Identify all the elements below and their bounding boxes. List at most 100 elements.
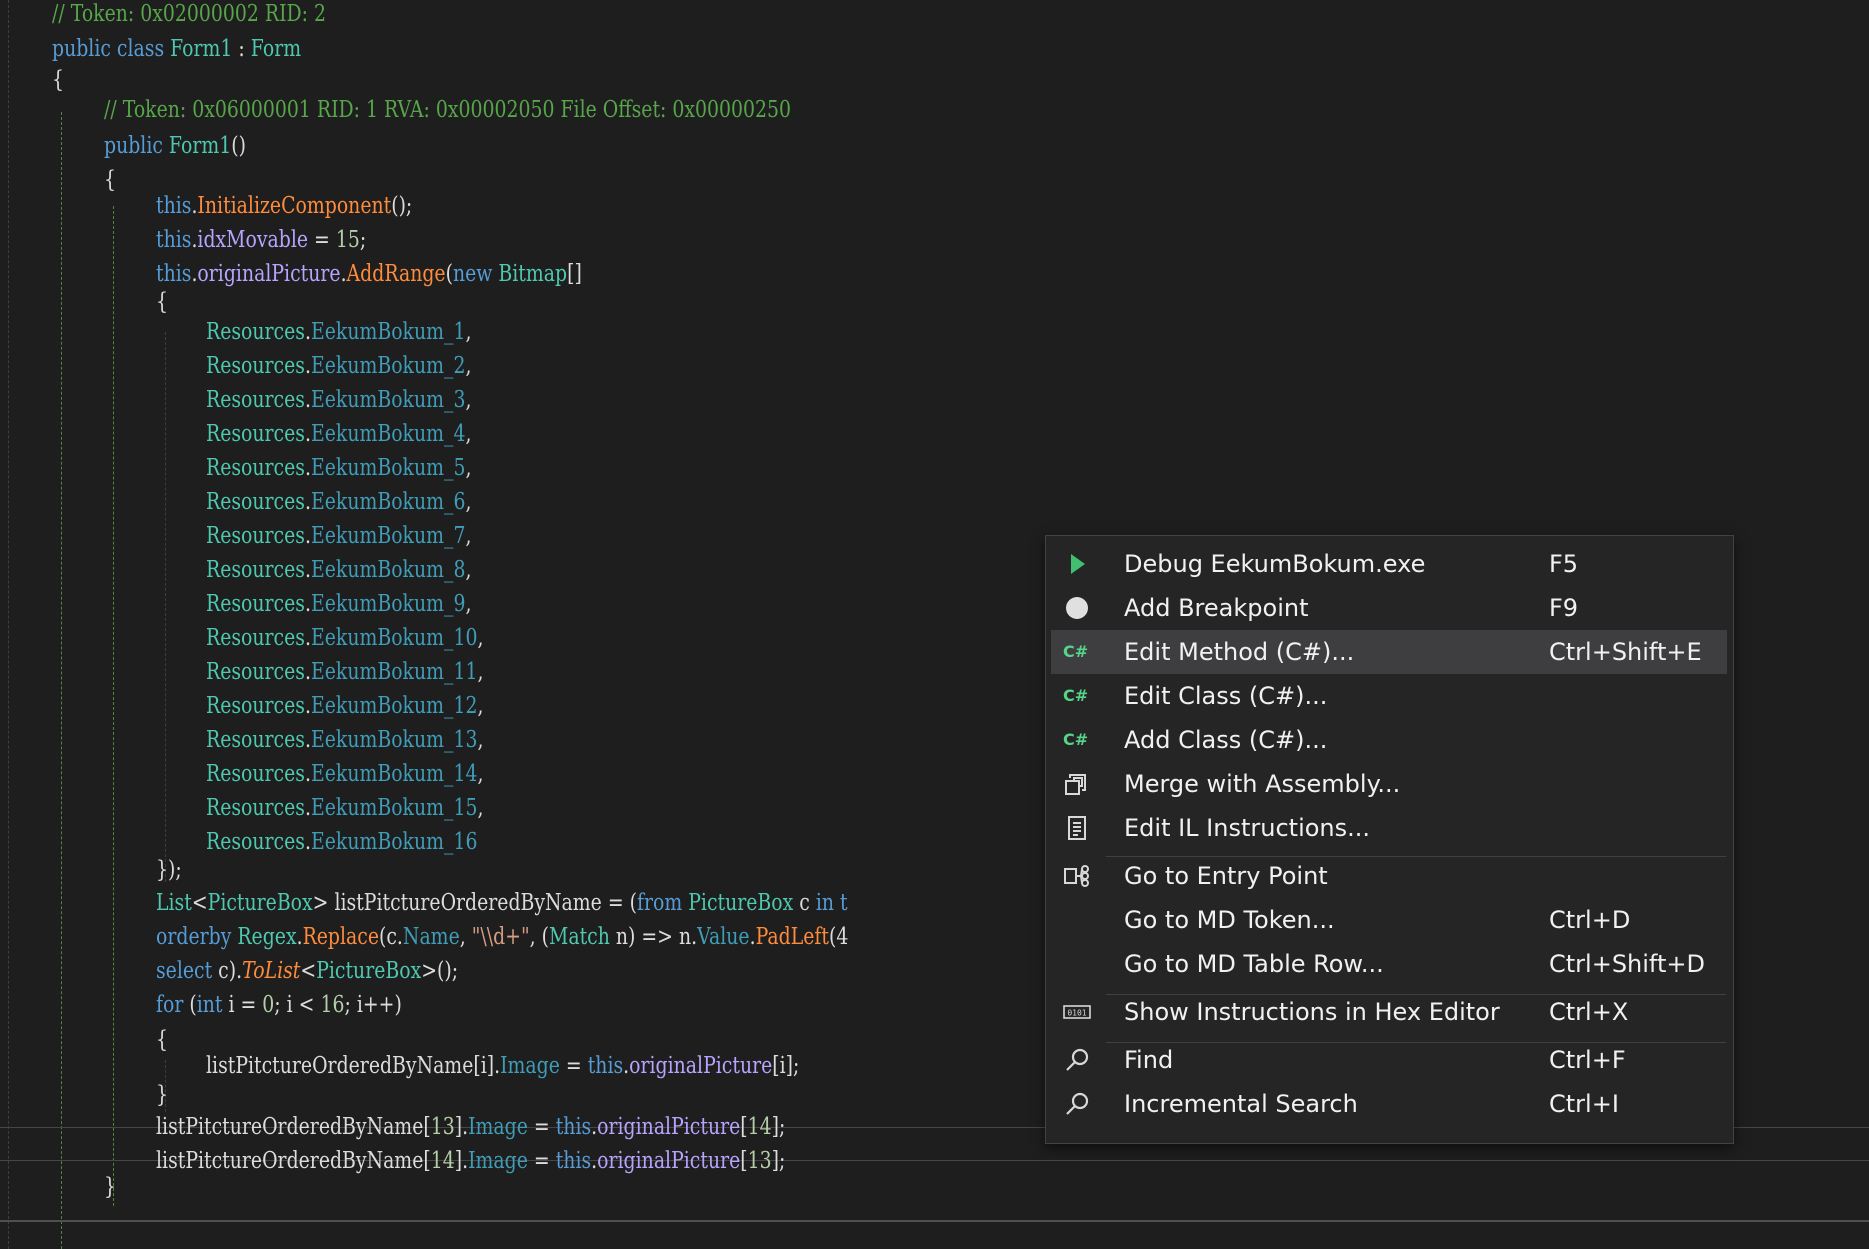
- code-token: Resources: [206, 421, 305, 447]
- play-icon: [1063, 550, 1091, 578]
- code-line: listPitctureOrderedByName[14].Image = th…: [156, 1144, 785, 1178]
- breakpoint-icon: [1063, 594, 1091, 622]
- hex-editor-icon: 0101: [1063, 998, 1091, 1026]
- code-token: Resources: [206, 523, 305, 549]
- menu-item-go-to-entry-point[interactable]: Go to Entry Point: [1051, 854, 1727, 898]
- csharp-icon: C#: [1063, 726, 1091, 754]
- code-token: }: [104, 1174, 117, 1200]
- editor-bottom-rule: [0, 1220, 1869, 1222]
- code-token: }: [156, 1082, 169, 1108]
- code-token: select: [156, 958, 213, 984]
- code-token: Image: [468, 1148, 528, 1174]
- code-token: > listPitctureOrderedByName = (: [312, 890, 637, 916]
- menu-item-shortcut: Ctrl+Shift+E: [1549, 638, 1702, 666]
- code-line: {: [104, 163, 116, 197]
- code-line: public Form1(): [104, 129, 246, 163]
- code-token: EekumBokum_1: [310, 319, 466, 345]
- code-token: public: [52, 36, 111, 62]
- code-token: ,: [477, 761, 484, 787]
- code-token: c: [793, 890, 816, 916]
- code-token: Regex: [237, 924, 297, 950]
- indent-guide: [61, 112, 62, 1249]
- code-token: Resources: [206, 727, 305, 753]
- code-token: EekumBokum_14: [310, 761, 478, 787]
- menu-item-label: Edit IL Instructions...: [1124, 814, 1371, 842]
- code-token: EekumBokum_12: [310, 693, 478, 719]
- code-token: Resources: [206, 625, 305, 651]
- code-token: ,: [477, 693, 484, 719]
- code-token: ];: [771, 1148, 786, 1174]
- code-line: Resources.EekumBokum_10,: [206, 621, 483, 655]
- code-line: select c).ToList<PictureBox>();: [156, 954, 458, 988]
- code-token: Resources: [206, 591, 305, 617]
- code-token: Replace: [302, 924, 380, 950]
- code-line: orderby Regex.Replace(c.Name, "\\d+", (M…: [156, 920, 848, 954]
- code-token: Resources: [206, 659, 305, 685]
- code-line: {: [52, 63, 64, 97]
- code-line: this.originalPicture.AddRange(new Bitmap…: [156, 257, 582, 291]
- code-token: // Token: 0x06000001 RID: 1 RVA: 0x00002…: [104, 97, 792, 123]
- code-token: originalPicture: [597, 1148, 741, 1174]
- code-token: c).: [212, 958, 243, 984]
- code-token: ,: [465, 353, 472, 379]
- code-line: });: [156, 853, 182, 887]
- code-token: originalPicture: [629, 1053, 773, 1079]
- menu-item-add-breakpoint[interactable]: Add Breakpoint F9: [1051, 586, 1727, 630]
- menu-item-label: Incremental Search: [1124, 1090, 1358, 1118]
- code-line: Resources.EekumBokum_4,: [206, 417, 471, 451]
- code-token: EekumBokum_2: [310, 353, 466, 379]
- menu-item-show-instructions-in-hex-editor[interactable]: 0101 Show Instructions in Hex Editor Ctrl+…: [1051, 990, 1727, 1034]
- code-token: ; i <: [274, 992, 321, 1018]
- code-token: this: [156, 193, 192, 219]
- code-token: for: [156, 992, 184, 1018]
- code-token: in: [815, 890, 835, 916]
- menu-item-edit-method-c[interactable]: C# Edit Method (C#)... Ctrl+Shift+E: [1051, 630, 1727, 674]
- menu-item-go-to-md-table-row[interactable]: Go to MD Table Row... Ctrl+Shift+D: [1051, 942, 1727, 986]
- menu-item-edit-class-c[interactable]: C# Edit Class (C#)...: [1051, 674, 1727, 718]
- code-token: PictureBox: [688, 890, 794, 916]
- code-token: from: [636, 890, 683, 916]
- menu-item-add-class-c[interactable]: C# Add Class (C#)...: [1051, 718, 1727, 762]
- entry-point-icon: [1063, 862, 1091, 890]
- code-token: =: [559, 1053, 588, 1079]
- code-token: ToList: [242, 958, 301, 984]
- code-token: (c.: [379, 924, 403, 950]
- code-token: Resources: [206, 557, 305, 583]
- code-token: PadLeft: [755, 924, 830, 950]
- code-token: Resources: [206, 489, 305, 515]
- code-token: "\\d+": [471, 924, 530, 950]
- code-token: [i];: [772, 1053, 800, 1079]
- code-token: ,: [465, 455, 472, 481]
- code-token: AddRange: [346, 261, 446, 287]
- csharp-icon: C#: [1063, 682, 1091, 710]
- code-token: EekumBokum_5: [310, 455, 466, 481]
- code-line: Resources.EekumBokum_6,: [206, 485, 471, 519]
- code-token: >();: [421, 958, 459, 984]
- menu-item-shortcut: Ctrl+D: [1549, 906, 1631, 934]
- code-token: class: [116, 36, 165, 62]
- menu-item-label: Debug EekumBokum.exe: [1124, 550, 1426, 578]
- code-line: List<PictureBox> listPitctureOrderedByNa…: [156, 886, 848, 920]
- menu-item-merge-with-assembly[interactable]: Merge with Assembly...: [1051, 762, 1727, 806]
- menu-item-find[interactable]: Find Ctrl+F: [1051, 1038, 1727, 1082]
- menu-item-edit-il-instructions[interactable]: Edit IL Instructions...: [1051, 806, 1727, 850]
- code-token: t: [834, 890, 848, 916]
- code-token: Resources: [206, 455, 305, 481]
- code-token: {: [52, 67, 65, 93]
- menu-item-debug-eekumbokum-exe[interactable]: Debug EekumBokum.exe F5: [1051, 542, 1727, 586]
- code-token: [: [740, 1114, 748, 1140]
- code-token: this: [587, 1053, 624, 1079]
- code-token: originalPicture: [197, 261, 341, 287]
- menu-item-shortcut: Ctrl+X: [1549, 998, 1629, 1026]
- code-token: 14: [430, 1148, 455, 1174]
- code-token: EekumBokum_9: [310, 591, 466, 617]
- menu-item-shortcut: Ctrl+F: [1549, 1046, 1626, 1074]
- menu-item-label: Edit Method (C#)...: [1124, 638, 1355, 666]
- code-token: ].: [454, 1114, 469, 1140]
- code-token: listPitctureOrderedByName[i].: [206, 1053, 501, 1079]
- menu-item-shortcut: F5: [1549, 550, 1579, 578]
- menu-item-go-to-md-token[interactable]: Go to MD Token... Ctrl+D: [1051, 898, 1727, 942]
- code-line: this.InitializeComponent();: [156, 189, 412, 223]
- menu-item-shortcut: F9: [1549, 594, 1579, 622]
- menu-item-incremental-search[interactable]: Incremental Search Ctrl+I: [1051, 1082, 1727, 1126]
